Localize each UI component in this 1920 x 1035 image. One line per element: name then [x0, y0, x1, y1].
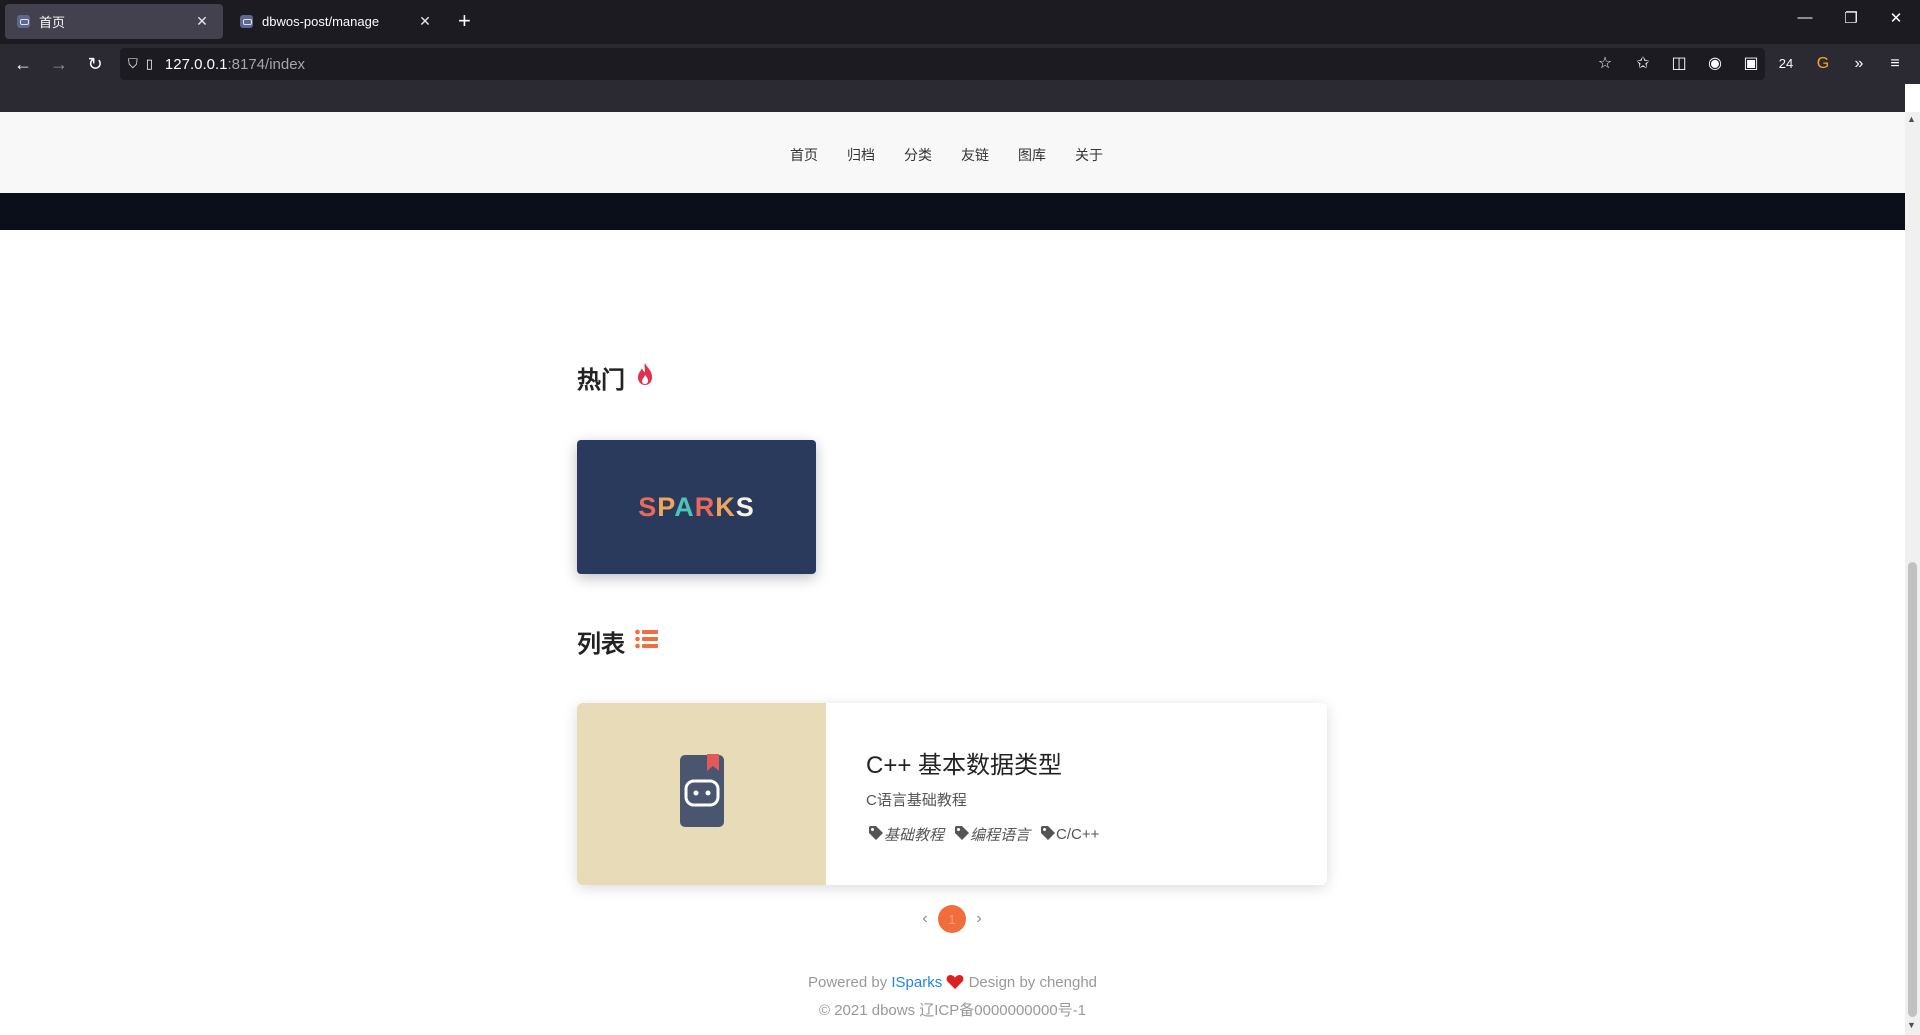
- site-nav: 首页 归档 分类 友链 图库 关于: [790, 145, 1103, 165]
- nav-about[interactable]: 关于: [1075, 145, 1103, 165]
- page-icon: ▯: [145, 56, 153, 71]
- sparks-logo: SPARKS: [638, 492, 755, 523]
- fire-icon: [635, 362, 655, 393]
- list-section-title: 列表: [577, 624, 659, 659]
- logo-letter: A: [674, 491, 695, 522]
- pagination: ‹ 1 ›: [918, 905, 986, 933]
- tag-label: C/C++: [1056, 826, 1100, 843]
- scroll-up-icon[interactable]: ▲: [1907, 114, 1916, 124]
- url-text[interactable]: 127.0.0.1:8174/index: [165, 56, 305, 73]
- reading-list-icon[interactable]: ✩: [1632, 54, 1654, 74]
- page-number-current[interactable]: 1: [938, 905, 966, 933]
- url-path: :8174/index: [227, 55, 306, 73]
- tag-icon: [1040, 825, 1056, 845]
- site-favicon-icon: [17, 15, 30, 28]
- sidebar-icon[interactable]: ◫: [1668, 54, 1690, 74]
- hot-title-text: 热门: [577, 367, 625, 394]
- prev-page-icon[interactable]: ‹: [918, 910, 932, 928]
- powered-prefix: Powered by: [807, 974, 888, 991]
- scroll-thumb[interactable]: [1908, 562, 1917, 1017]
- more-tools-icon[interactable]: »: [1848, 54, 1870, 74]
- tag-label: 基础教程: [884, 827, 945, 844]
- browser-tab-home[interactable]: 首页 ✕: [5, 4, 223, 39]
- list-icon: [635, 628, 659, 656]
- post-subtitle: C语言基础教程: [866, 792, 967, 809]
- restore-window-icon[interactable]: ❐: [1836, 9, 1866, 27]
- post-tags: 基础教程 编程语言 C/C++: [868, 824, 1099, 845]
- design-credit: Design by chenghd: [968, 974, 1098, 991]
- logo-letter: R: [694, 491, 716, 522]
- shield-icon[interactable]: ⛉: [128, 56, 138, 72]
- bookmark-star-icon[interactable]: ☆: [1594, 54, 1616, 74]
- extension-icon[interactable]: ▣: [1740, 54, 1762, 74]
- logo-letter: S: [638, 491, 658, 522]
- site-favicon-icon: [240, 15, 253, 28]
- scroll-down-icon[interactable]: ▼: [1907, 1020, 1916, 1030]
- logo-letter: K: [715, 491, 736, 522]
- page-scrollbar[interactable]: ▲ ▼: [1905, 112, 1920, 1035]
- tag-item[interactable]: 编程语言: [954, 824, 1030, 845]
- browser-tab-manage[interactable]: dbwos-post/manage ✕: [228, 4, 446, 39]
- logo-letter: P: [657, 491, 675, 522]
- logo-letter: S: [735, 491, 755, 522]
- nav-links[interactable]: 友链: [961, 145, 989, 165]
- close-tab-icon[interactable]: ✕: [416, 13, 434, 30]
- hot-section-title: 热门: [577, 360, 655, 395]
- close-tab-icon[interactable]: ✕: [193, 13, 211, 30]
- browser-toolbar-strip: [0, 84, 1905, 112]
- post-title[interactable]: C++ 基本数据类型: [866, 745, 1062, 780]
- minimize-window-icon[interactable]: —: [1790, 9, 1820, 26]
- next-page-icon[interactable]: ›: [972, 910, 986, 928]
- nav-category[interactable]: 分类: [904, 145, 932, 165]
- extension-g-icon[interactable]: G: [1812, 54, 1834, 74]
- tag-icon: [954, 825, 970, 845]
- nav-archive[interactable]: 归档: [847, 145, 875, 165]
- url-host: 127.0.0.1: [164, 55, 228, 73]
- list-title-text: 列表: [577, 631, 625, 658]
- browser-nav-bar: ← → ↻ ⛉ ▯ 127.0.0.1:8174/index ☆ ✩ ◫ ◉ ▣…: [0, 44, 1920, 84]
- back-arrow-icon[interactable]: ←: [12, 53, 34, 75]
- post-card[interactable]: C++ 基本数据类型 C语言基础教程 基础教程 编程语言 C/C++: [577, 703, 1327, 885]
- nav-gallery[interactable]: 图库: [1018, 145, 1046, 165]
- new-tab-button[interactable]: +: [458, 9, 471, 33]
- tag-icon: [868, 825, 884, 845]
- footer-copyright: © 2021 dbows 辽ICP备0000000000号-1: [818, 1002, 1087, 1019]
- tab-title: 首页: [39, 15, 66, 30]
- tab-title: dbwos-post/manage: [262, 14, 380, 29]
- isparks-link[interactable]: ISparks: [891, 974, 942, 991]
- site-header: 首页 归档 分类 友链 图库 关于: [0, 112, 1905, 193]
- tag-item[interactable]: 基础教程: [868, 824, 944, 845]
- tag-item[interactable]: C/C++: [1040, 824, 1099, 845]
- account-icon[interactable]: ◉: [1704, 54, 1726, 74]
- heart-icon: [946, 974, 964, 991]
- close-window-icon[interactable]: ✕: [1881, 9, 1911, 27]
- menu-icon[interactable]: ≡: [1884, 54, 1906, 74]
- footer-powered: Powered by ISparks Design by chenghd: [0, 974, 1905, 991]
- browser-tab-bar: 首页 ✕ dbwos-post/manage ✕ + — ❐ ✕: [0, 0, 1920, 44]
- hero-banner: [0, 193, 1905, 230]
- hot-post-card[interactable]: SPARKS: [577, 440, 816, 574]
- nav-home[interactable]: 首页: [790, 145, 818, 165]
- url-bar[interactable]: ⛉ ▯ 127.0.0.1:8174/index: [120, 48, 1765, 80]
- forward-arrow-icon[interactable]: →: [48, 53, 70, 75]
- post-thumbnail: [577, 703, 826, 885]
- tag-label: 编程语言: [970, 827, 1031, 844]
- reload-icon[interactable]: ↻: [84, 53, 106, 75]
- extension-badge[interactable]: 24: [1775, 54, 1797, 74]
- book-robot-icon: [680, 754, 724, 827]
